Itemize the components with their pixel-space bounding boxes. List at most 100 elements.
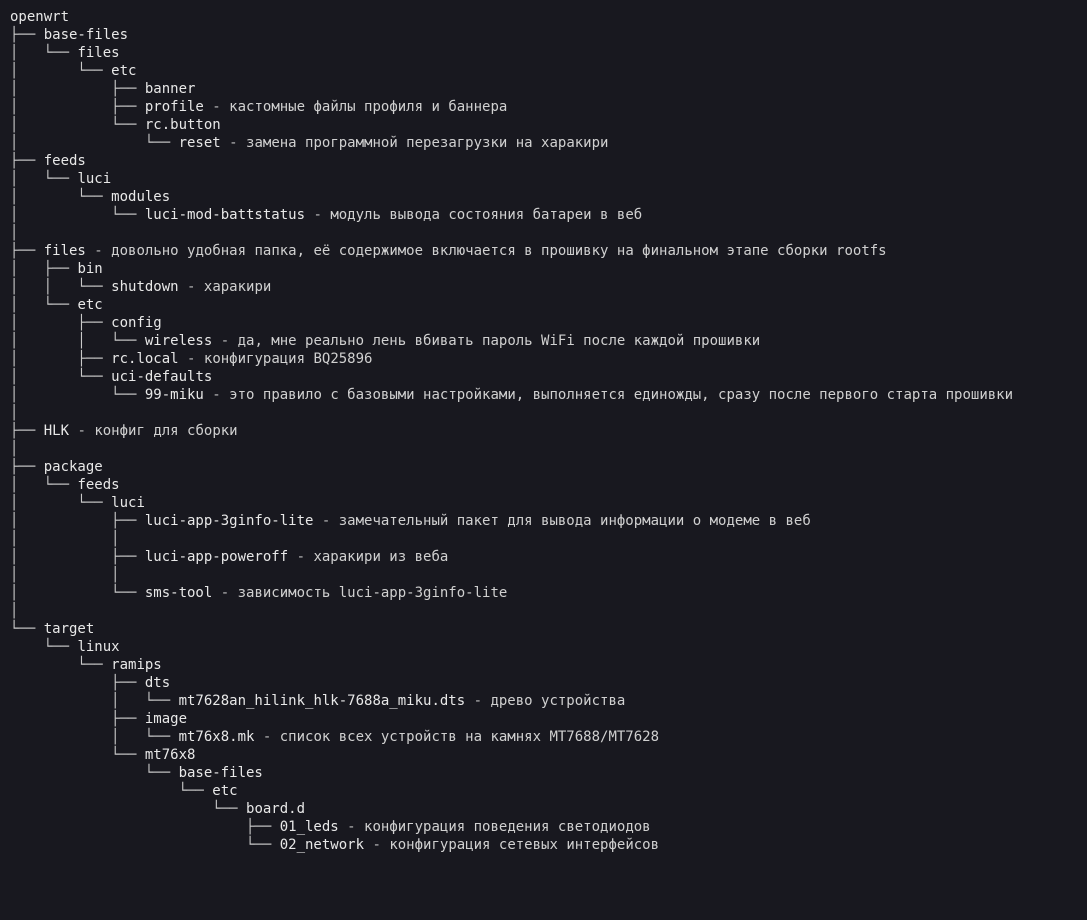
tree-line: openwrt [10, 8, 1077, 26]
tree-line: │ └── luci [10, 494, 1077, 512]
tree-separator: - [204, 99, 229, 115]
tree-line: ├── image [10, 710, 1077, 728]
tree-branch-prefix: │ └── [10, 171, 77, 187]
tree-node-name: luci [111, 495, 145, 511]
tree-branch-prefix: └── [10, 657, 111, 673]
tree-branch-prefix: │ └── [10, 63, 111, 79]
tree-branch-prefix: │ └── [10, 189, 111, 205]
tree-node-name: 02_network [280, 837, 364, 853]
tree-node-name: package [44, 459, 103, 475]
tree-node-name: banner [145, 81, 196, 97]
tree-node-name: mt76x8.mk [179, 729, 255, 745]
tree-line: │ ├── config [10, 314, 1077, 332]
tree-node-description: это правило с базовыми настройками, выпо… [229, 387, 1013, 403]
tree-branch-prefix: │ │ └── [10, 279, 111, 295]
tree-branch-prefix: ├── [10, 27, 44, 43]
tree-node-name: luci-app-3ginfo-lite [145, 513, 314, 529]
tree-branch-prefix: │ └── [10, 117, 145, 133]
tree-node-name: ramips [111, 657, 162, 673]
tree-node-description: харакири из веба [313, 549, 448, 565]
tree-branch-prefix: │ └── [10, 693, 179, 709]
tree-separator: - [288, 549, 313, 565]
tree-node-description: модуль вывода состояния батареи в веб [330, 207, 642, 223]
tree-node-name: rc.local [111, 351, 178, 367]
tree-node-name: etc [77, 297, 102, 313]
tree-line: │ ├── luci-app-poweroff - харакири из ве… [10, 548, 1077, 566]
tree-branch-prefix: ├── [10, 819, 280, 835]
tree-node-description: конфигурация сетевых интерфейсов [389, 837, 659, 853]
tree-line: │ ├── profile - кастомные файлы профиля … [10, 98, 1077, 116]
tree-line: ├── files - довольно удобная папка, её с… [10, 242, 1077, 260]
tree-separator: - [221, 135, 246, 151]
tree-node-name: mt76x8 [145, 747, 196, 763]
tree-line: └── linux [10, 638, 1077, 656]
tree-branch-prefix: │ ├── [10, 549, 145, 565]
tree-separator: - [254, 729, 279, 745]
tree-separator: - [212, 333, 237, 349]
tree-branch-prefix: │ └── [10, 45, 77, 61]
tree-separator: - [179, 351, 204, 367]
tree-node-name: target [44, 621, 95, 637]
tree-separator: - [305, 207, 330, 223]
tree-line: └── etc [10, 782, 1077, 800]
tree-separator: - [204, 387, 229, 403]
tree-line: └── 02_network - конфигурация сетевых ин… [10, 836, 1077, 854]
tree-node-name: bin [77, 261, 102, 277]
tree-line: ├── 01_leds - конфигурация поведения све… [10, 818, 1077, 836]
tree-node-description: замена программной перезагрузки на харак… [246, 135, 608, 151]
tree-line: │ └── feeds [10, 476, 1077, 494]
tree-branch-prefix: └── [10, 621, 44, 637]
tree-separator: - [179, 279, 204, 295]
tree-separator: - [465, 693, 490, 709]
tree-node-description: замечательный пакет для вывода информаци… [339, 513, 811, 529]
tree-line: │ ├── banner [10, 80, 1077, 98]
tree-branch-prefix: ├── [10, 711, 145, 727]
tree-branch-prefix: │ └── [10, 297, 77, 313]
tree-node-description: зависимость luci-app-3ginfo-lite [238, 585, 508, 601]
tree-separator: - [313, 513, 338, 529]
tree-branch-prefix: │ [10, 225, 18, 241]
tree-line: │ [10, 602, 1077, 620]
tree-branch-prefix: └── [10, 783, 212, 799]
tree-node-name: rc.button [145, 117, 221, 133]
tree-branch-prefix: │ │ └── [10, 333, 145, 349]
tree-line: ├── HLK - конфиг для сборки [10, 422, 1077, 440]
tree-separator: - [69, 423, 94, 439]
tree-line: │ └── reset - замена программной перезаг… [10, 134, 1077, 152]
tree-branch-prefix: │ ├── [10, 315, 111, 331]
tree-node-name: feeds [44, 153, 86, 169]
tree-line: │ │ └── shutdown - харакири [10, 278, 1077, 296]
tree-line: │ └── mt76x8.mk - список всех устройств … [10, 728, 1077, 746]
tree-branch-prefix: ├── [10, 675, 145, 691]
tree-node-name: linux [77, 639, 119, 655]
tree-node-name: files [44, 243, 86, 259]
tree-separator: - [86, 243, 111, 259]
tree-line: ├── base-files [10, 26, 1077, 44]
tree-node-name: config [111, 315, 162, 331]
tree-line: │ └── etc [10, 62, 1077, 80]
tree-line: └── ramips [10, 656, 1077, 674]
tree-line: │ │ [10, 566, 1077, 584]
tree-line: │ │ [10, 530, 1077, 548]
tree-line: │ [10, 440, 1077, 458]
tree-branch-prefix: │ └── [10, 387, 145, 403]
tree-line: ├── feeds [10, 152, 1077, 170]
tree-line: │ └── sms-tool - зависимость luci-app-3g… [10, 584, 1077, 602]
tree-node-name: feeds [77, 477, 119, 493]
tree-node-name: uci-defaults [111, 369, 212, 385]
tree-separator: - [339, 819, 364, 835]
tree-branch-prefix: │ └── [10, 135, 179, 151]
tree-line: ├── dts [10, 674, 1077, 692]
tree-line: └── mt76x8 [10, 746, 1077, 764]
tree-node-description: кастомные файлы профиля и баннера [229, 99, 507, 115]
tree-node-name: base-files [179, 765, 263, 781]
tree-node-name: sms-tool [145, 585, 212, 601]
tree-branch-prefix: │ ├── [10, 513, 145, 529]
tree-branch-prefix: │ [10, 441, 18, 457]
tree-branch-prefix: │ [10, 603, 18, 619]
tree-line: │ ├── luci-app-3ginfo-lite - замечательн… [10, 512, 1077, 530]
tree-node-name: modules [111, 189, 170, 205]
tree-node-description: довольно удобная папка, её содержимое вк… [111, 243, 886, 259]
tree-line: │ └── 99-miku - это правило с базовыми н… [10, 386, 1077, 404]
tree-line: │ └── rc.button [10, 116, 1077, 134]
